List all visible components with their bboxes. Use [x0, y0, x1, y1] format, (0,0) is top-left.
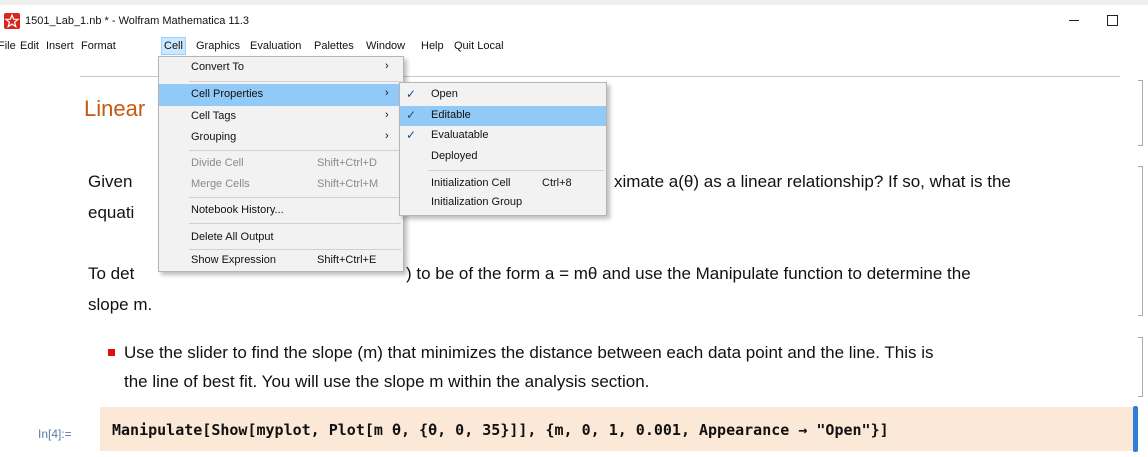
chevron-right-icon: ›: [385, 130, 389, 142]
title-bar: 1501_Lab_1.nb * - Wolfram Mathematica 11…: [0, 5, 1148, 35]
menuitem-merge-cells[interactable]: Merge Cells Shift+Ctrl+M: [159, 174, 403, 196]
chevron-right-icon: ›: [385, 109, 389, 121]
mathematica-icon: [4, 13, 20, 29]
menu-separator: [428, 170, 604, 171]
chevron-right-icon: ›: [385, 87, 389, 99]
paragraph-text: equati: [88, 203, 135, 222]
menuitem-cell-tags[interactable]: Cell Tags ›: [159, 106, 403, 128]
cell-selection-bracket[interactable]: [1133, 406, 1138, 452]
menu-cell[interactable]: Cell: [161, 37, 186, 55]
checkmark-icon: ✓: [406, 87, 417, 101]
menu-bar: File Edit Insert Format Cell Graphics Ev…: [0, 35, 1148, 57]
menu-quit-local[interactable]: Quit Local: [452, 38, 506, 54]
menu-separator: [189, 197, 401, 198]
checkmark-icon: ✓: [406, 128, 417, 142]
menu-insert[interactable]: Insert: [44, 38, 76, 54]
menuitem-divide-cell[interactable]: Divide Cell Shift+Ctrl+D: [159, 153, 403, 175]
window-title: 1501_Lab_1.nb * - Wolfram Mathematica 11…: [25, 15, 250, 27]
bullet-text: Use the slider to find the slope (m) tha…: [124, 343, 934, 362]
paragraph-text: To det: [88, 264, 135, 283]
input-code[interactable]: Manipulate[Show[myplot, Plot[m θ, {θ, 0,…: [112, 421, 889, 439]
menuitem-grouping[interactable]: Grouping ›: [159, 127, 403, 149]
cell-menu-dropdown: Convert To › Cell Properties › Cell Tags…: [158, 56, 404, 272]
menu-graphics[interactable]: Graphics: [194, 38, 242, 54]
menu-evaluation[interactable]: Evaluation: [248, 38, 303, 54]
cell-bracket[interactable]: [1138, 80, 1143, 146]
bullet-text: the line of best fit. You will use the s…: [124, 372, 650, 391]
paragraph-text: ximate a(θ) as a linear relationship? If…: [614, 172, 1011, 191]
menu-window[interactable]: Window: [364, 38, 407, 54]
menu-file[interactable]: File: [0, 38, 18, 54]
menuitem-notebook-history[interactable]: Notebook History...: [159, 200, 403, 222]
menuitem-open[interactable]: ✓ Open: [400, 85, 606, 105]
menuitem-cell-properties[interactable]: Cell Properties ›: [159, 84, 403, 106]
cell-bracket[interactable]: [1138, 166, 1143, 316]
bullet-marker: [108, 349, 115, 356]
section-title: Linear: [84, 96, 146, 121]
menu-separator: [189, 81, 401, 82]
chevron-right-icon: ›: [385, 60, 389, 72]
menu-format[interactable]: Format: [79, 38, 118, 54]
menu-edit[interactable]: Edit: [18, 38, 41, 54]
cell-bracket[interactable]: [1138, 337, 1143, 397]
menuitem-initialization-group[interactable]: Initialization Group: [400, 193, 606, 213]
menu-palettes[interactable]: Palettes: [312, 38, 356, 54]
cell-properties-submenu: ✓ Open ✓ Editable ✓ Evaluatable Deployed…: [399, 82, 607, 216]
menu-help[interactable]: Help: [419, 38, 446, 54]
paragraph-text: slope m.: [88, 295, 153, 314]
minimize-button[interactable]: [1062, 9, 1088, 31]
menuitem-evaluatable[interactable]: ✓ Evaluatable: [400, 126, 606, 146]
menu-separator: [189, 223, 401, 224]
menuitem-deployed[interactable]: Deployed: [400, 147, 606, 167]
menuitem-show-expression[interactable]: Show Expression Shift+Ctrl+E: [159, 250, 403, 272]
menuitem-editable[interactable]: ✓ Editable: [400, 106, 606, 126]
menu-separator: [189, 150, 401, 151]
maximize-button[interactable]: [1100, 9, 1126, 31]
menuitem-convert-to[interactable]: Convert To ›: [159, 57, 403, 79]
menuitem-initialization-cell[interactable]: Initialization Cell Ctrl+8: [400, 174, 606, 194]
checkmark-icon: ✓: [406, 108, 417, 122]
input-label: In[4]:=: [38, 427, 72, 441]
paragraph-text: ) to be of the form a = mθ and use the M…: [406, 264, 971, 283]
menuitem-delete-all-output[interactable]: Delete All Output: [159, 227, 403, 249]
paragraph-text: Given: [88, 172, 133, 191]
